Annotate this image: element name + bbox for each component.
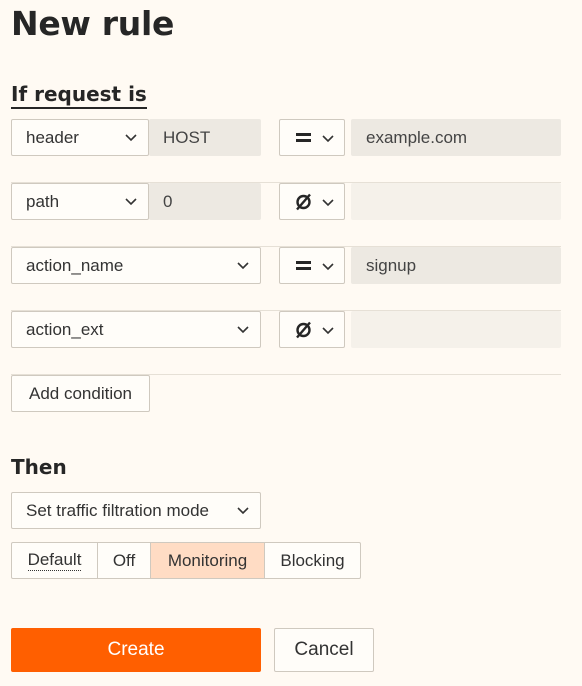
condition-value-input[interactable]: [351, 311, 561, 348]
chevron-down-icon: [322, 199, 334, 207]
action-select[interactable]: Set traffic filtration mode: [11, 492, 261, 529]
chevron-down-icon: [237, 262, 249, 270]
condition-operator-select[interactable]: [279, 247, 345, 284]
chevron-down-icon: [237, 507, 249, 515]
condition-value-input[interactable]: signup: [351, 247, 561, 284]
page-title: New rule: [11, 4, 175, 43]
condition-value-input[interactable]: example.com: [351, 119, 561, 156]
equals-icon: [296, 261, 311, 270]
mode-default-button[interactable]: Default: [12, 543, 98, 578]
condition-section-title: If request is: [11, 82, 147, 109]
chevron-down-icon: [125, 198, 137, 206]
condition-row: header HOST example.com: [11, 119, 561, 183]
empty-set-icon: [296, 193, 311, 211]
condition-field-select[interactable]: header: [11, 119, 149, 156]
condition-key-input[interactable]: HOST: [149, 119, 261, 156]
condition-field-select[interactable]: path: [11, 183, 149, 220]
condition-field-select[interactable]: action_name: [11, 247, 261, 284]
condition-value-input[interactable]: [351, 183, 561, 220]
action-section-title: Then: [11, 455, 67, 479]
condition-operator-select[interactable]: [279, 119, 345, 156]
create-button[interactable]: Create: [11, 628, 261, 672]
chevron-down-icon: [237, 326, 249, 334]
mode-blocking-button[interactable]: Blocking: [265, 543, 360, 578]
cancel-button[interactable]: Cancel: [274, 628, 374, 672]
condition-key-input[interactable]: 0: [149, 183, 261, 220]
filtration-mode-toggle: Default Off Monitoring Blocking: [11, 542, 361, 579]
condition-operator-select[interactable]: [279, 183, 345, 220]
condition-field-select[interactable]: action_ext: [11, 311, 261, 348]
empty-set-icon: [296, 321, 311, 339]
condition-row: path 0: [11, 183, 561, 247]
mode-off-button[interactable]: Off: [98, 543, 151, 578]
condition-row: action_name signup: [11, 247, 561, 311]
chevron-down-icon: [322, 327, 334, 335]
chevron-down-icon: [322, 135, 334, 143]
condition-operator-select[interactable]: [279, 311, 345, 348]
chevron-down-icon: [322, 263, 334, 271]
mode-monitoring-button[interactable]: Monitoring: [151, 543, 265, 578]
equals-icon: [296, 133, 311, 142]
chevron-down-icon: [125, 134, 137, 142]
add-condition-button[interactable]: Add condition: [11, 375, 150, 412]
condition-row: action_ext: [11, 311, 561, 375]
